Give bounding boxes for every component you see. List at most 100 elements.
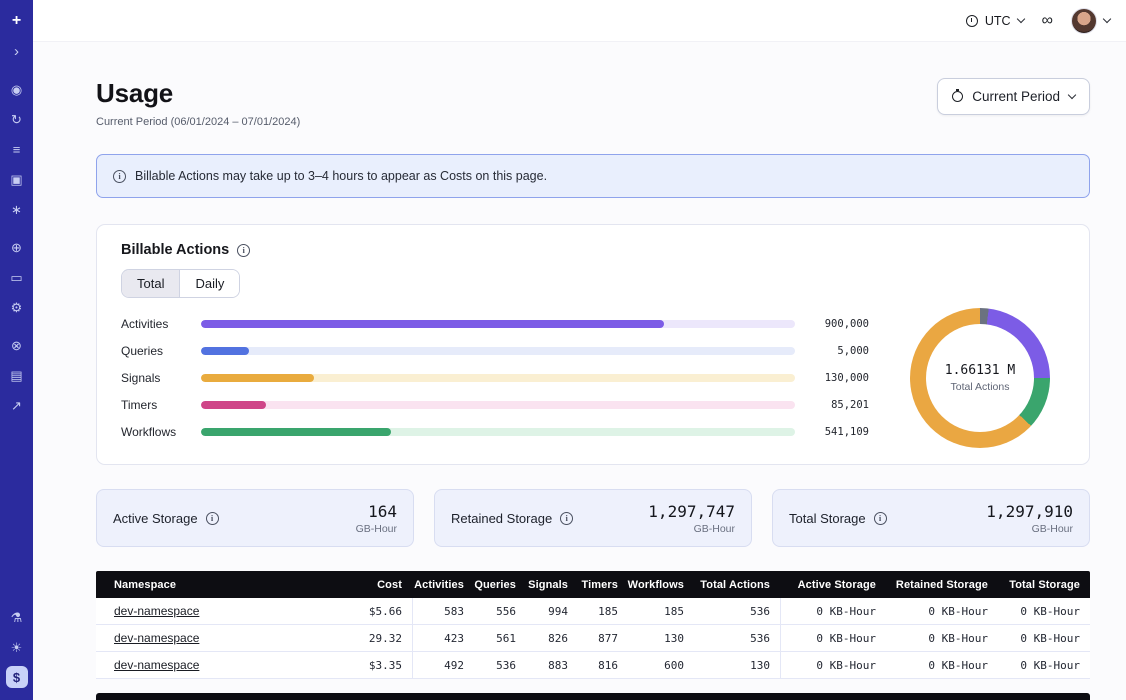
- user-menu[interactable]: [1071, 8, 1110, 34]
- stopwatch-icon: [952, 91, 963, 102]
- sidebar-item-temporal-logo[interactable]: +: [6, 10, 28, 32]
- bar-value: 130,000: [807, 372, 869, 384]
- bar-label: Workflows: [121, 425, 189, 439]
- namespace-cell: dev-namespace: [96, 598, 342, 624]
- bar-fill: [201, 374, 314, 382]
- main-content: Usage Current Period (06/01/2024 – 07/01…: [33, 42, 1126, 700]
- table-cell: 556: [474, 598, 526, 624]
- bar-chart: Activities900,000Queries5,000Signals130,…: [121, 311, 869, 446]
- sidebar-item-support[interactable]: ⊗: [6, 334, 28, 356]
- bar-value: 900,000: [807, 318, 869, 330]
- sidebar-item-usage[interactable]: $: [6, 666, 28, 688]
- sidebar-item-globe[interactable]: ⊕: [6, 236, 28, 258]
- column-header: Total Actions: [694, 571, 780, 598]
- bar-row: Timers85,201: [121, 392, 869, 419]
- sidebar-item-layers[interactable]: ≡: [6, 138, 28, 160]
- sidebar-item-billing[interactable]: ▭: [6, 266, 28, 288]
- period-selector-label: Current Period: [972, 89, 1060, 104]
- table-cell: 0 KB-Hour: [998, 598, 1090, 624]
- bar-track: [201, 347, 795, 355]
- column-header: Workflows: [628, 571, 694, 598]
- namespaces-icon: ◉: [11, 83, 22, 96]
- bar-label: Signals: [121, 371, 189, 385]
- table-body: dev-namespace$5.665835569941851855360 KB…: [96, 598, 1090, 679]
- table-cell: 816: [578, 652, 628, 678]
- storage-card-value-block: 1,297,910GB-Hour: [986, 502, 1073, 535]
- storage-card-label: Retained Storage: [451, 511, 573, 526]
- usage-table: NamespaceCostActivitiesQueriesSignalsTim…: [96, 571, 1090, 700]
- bar-fill: [201, 320, 664, 328]
- table-cell: 130: [628, 625, 694, 651]
- namespace-link[interactable]: dev-namespace: [114, 604, 199, 618]
- bar-label: Queries: [121, 344, 189, 358]
- sidebar-item-expand[interactable]: ›: [6, 40, 28, 62]
- timezone-label: UTC: [985, 14, 1011, 28]
- sidebar-group: ⊕ ▭ ⚙: [6, 236, 28, 318]
- info-icon[interactable]: [237, 244, 250, 257]
- sidebar-item-launch[interactable]: ↗: [6, 394, 28, 416]
- bar-fill: [201, 347, 249, 355]
- storage-card: Active Storage 164GB-Hour: [96, 489, 414, 547]
- chevron-down-icon: [1068, 91, 1076, 99]
- info-icon[interactable]: [560, 512, 573, 525]
- glasses-icon[interactable]: ∞: [1042, 13, 1053, 29]
- table-cell: 561: [474, 625, 526, 651]
- column-header: Activities: [412, 571, 474, 598]
- table-header: NamespaceCostActivitiesQueriesSignalsTim…: [96, 571, 1090, 598]
- tab-total[interactable]: Total: [122, 270, 179, 297]
- sidebar-item-package[interactable]: ▣: [6, 168, 28, 190]
- bar-track: [201, 428, 795, 436]
- donut-center: 1.66131 M Total Actions: [926, 324, 1034, 432]
- column-header: Namespace: [96, 571, 342, 598]
- donut-chart-area: 1.66131 M Total Actions: [895, 308, 1065, 448]
- billing-icon: ▭: [10, 271, 22, 284]
- table-cell: 994: [526, 598, 578, 624]
- donut-chart: 1.66131 M Total Actions: [910, 308, 1050, 448]
- namespace-cell: dev-namespace: [96, 625, 342, 651]
- column-header: Retained Storage: [886, 571, 998, 598]
- timezone-selector[interactable]: UTC: [966, 14, 1024, 28]
- info-icon[interactable]: [874, 512, 887, 525]
- table-cell: 536: [694, 625, 780, 651]
- namespace-link[interactable]: dev-namespace: [114, 658, 199, 672]
- package-icon: ▣: [10, 173, 22, 186]
- sidebar-item-namespaces[interactable]: ◉: [6, 78, 28, 100]
- period-selector-button[interactable]: Current Period: [937, 78, 1090, 115]
- storage-card-label: Active Storage: [113, 511, 219, 526]
- sidebar-group: ⊗ ▤ ↗: [6, 334, 28, 416]
- storage-label-text: Total Storage: [789, 511, 866, 526]
- asterisk-icon: ∗: [11, 203, 22, 216]
- storage-card-value-block: 164GB-Hour: [356, 502, 397, 535]
- namespace-cell: dev-namespace: [96, 652, 342, 678]
- settings-icon: ⚙: [11, 301, 23, 314]
- sidebar-item-theme[interactable]: ☀: [6, 636, 28, 658]
- info-icon[interactable]: [206, 512, 219, 525]
- sidebar-nav: + › ◉ ↻ ≡ ▣ ∗ ⊕ ▭ ⚙ ⊗ ▤ ↗: [6, 10, 28, 432]
- bar-value: 541,109: [807, 426, 869, 438]
- docs-icon: ▤: [10, 369, 22, 382]
- namespace-link[interactable]: dev-namespace: [114, 631, 199, 645]
- table-cell: 130: [694, 652, 780, 678]
- bar-row: Workflows 541,109: [121, 419, 869, 446]
- storage-label-text: Active Storage: [113, 511, 198, 526]
- sidebar-item-history[interactable]: ↻: [6, 108, 28, 130]
- sidebar-item-docs[interactable]: ▤: [6, 364, 28, 386]
- storage-value: 1,297,910: [986, 502, 1073, 521]
- sidebar-item-lab[interactable]: ⚗: [6, 606, 28, 628]
- bar-label: Timers: [121, 398, 189, 412]
- sidebar-item-settings[interactable]: ⚙: [6, 296, 28, 318]
- table-cell: 536: [694, 598, 780, 624]
- table-cell: 423: [412, 625, 474, 651]
- layers-icon: ≡: [13, 143, 21, 156]
- usage-icon: $: [13, 671, 20, 684]
- sidebar-item-asterisk[interactable]: ∗: [6, 198, 28, 220]
- column-header: Total Storage: [998, 571, 1090, 598]
- theme-icon: ☀: [11, 641, 23, 654]
- storage-card-value-block: 1,297,747GB-Hour: [648, 502, 735, 535]
- chevron-down-icon: [1016, 15, 1024, 23]
- tab-daily[interactable]: Daily: [179, 270, 239, 297]
- page-subtitle: Current Period (06/01/2024 – 07/01/2024): [96, 116, 300, 128]
- bar-track: [201, 374, 795, 382]
- billable-card-header: Billable Actions: [121, 241, 1065, 259]
- launch-icon: ↗: [11, 399, 22, 412]
